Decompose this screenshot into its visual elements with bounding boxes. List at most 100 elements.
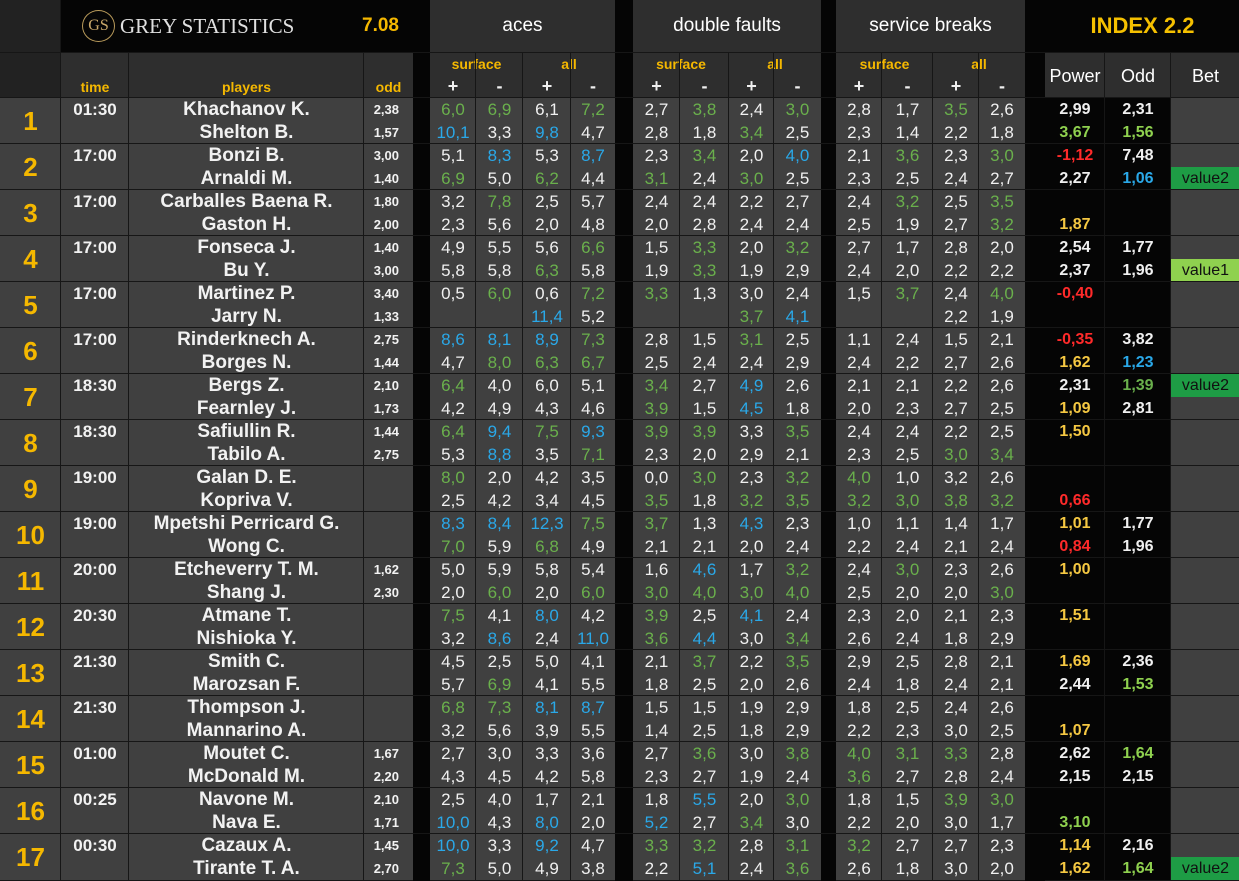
stat-value: 4,0 xyxy=(680,581,729,604)
stat-value: 3,9 xyxy=(633,397,680,420)
player-name[interactable]: Arnaldi M. xyxy=(129,167,364,190)
player-name[interactable]: Tirante T. A. xyxy=(129,857,364,880)
player-odd: 1,45 xyxy=(364,834,413,857)
power-value: 2,37 xyxy=(1045,259,1105,282)
stat-value: 7,5 xyxy=(523,420,571,443)
stat-value: 2,0 xyxy=(882,581,933,604)
stat-value: 2,5 xyxy=(882,167,933,190)
player-name[interactable]: Martinez P. xyxy=(129,282,364,305)
all-label-0: all xyxy=(561,56,577,72)
bet-cell xyxy=(1171,190,1239,213)
player-name[interactable]: Nava E. xyxy=(129,811,364,834)
bet-cell xyxy=(1171,650,1239,673)
stat-value: 2,2 xyxy=(933,305,979,328)
player-name[interactable]: Carballes Baena R. xyxy=(129,190,364,213)
stat-value: 1,9 xyxy=(729,696,774,719)
power-value: 2,31 xyxy=(1045,374,1105,397)
plus-label-1-0: + xyxy=(651,76,662,96)
stat-value: 2,3 xyxy=(836,121,882,144)
player-name[interactable]: Borges N. xyxy=(129,351,364,374)
stat-value: 1,9 xyxy=(729,259,774,282)
stat-value xyxy=(680,305,729,328)
player-odd: 2,38 xyxy=(364,98,413,121)
power-value: 1,62 xyxy=(1045,857,1105,880)
stat-value: 6,0 xyxy=(476,581,523,604)
player-name[interactable]: Mannarino A. xyxy=(129,719,364,742)
stat-value: 2,9 xyxy=(774,351,821,374)
stat-value: 9,2 xyxy=(523,834,571,857)
stat-value: 4,4 xyxy=(680,627,729,650)
match-time: 17:00 xyxy=(73,330,117,349)
row-separator xyxy=(0,143,1239,144)
stat-value: 2,3 xyxy=(836,167,882,190)
index-odd-value xyxy=(1105,282,1171,305)
player-name[interactable]: Wong C. xyxy=(129,535,364,558)
stat-value: 2,7 xyxy=(979,167,1025,190)
stat-value: 3,3 xyxy=(633,834,680,857)
player-name[interactable]: Bonzi B. xyxy=(129,144,364,167)
player-name[interactable]: Khachanov K. xyxy=(129,98,364,121)
stat-value: 6,4 xyxy=(430,420,476,443)
player-name[interactable]: Galan D. E. xyxy=(129,466,364,489)
player-name[interactable]: Marozsan F. xyxy=(129,673,364,696)
player-name[interactable]: Atmane T. xyxy=(129,604,364,627)
player-name[interactable]: Cazaux A. xyxy=(129,834,364,857)
stat-value: 3,5 xyxy=(633,489,680,512)
stat-value: 5,6 xyxy=(476,719,523,742)
stat-value: 2,8 xyxy=(933,236,979,259)
stat-value: 9,3 xyxy=(571,420,615,443)
player-name[interactable]: Etcheverry T. M. xyxy=(129,558,364,581)
player-name[interactable]: McDonald M. xyxy=(129,765,364,788)
player-odd xyxy=(364,696,413,719)
stat-value: 1,8 xyxy=(882,857,933,880)
stat-value: 3,5 xyxy=(979,190,1025,213)
player-name[interactable]: Fearnley J. xyxy=(129,397,364,420)
stat-value: 1,5 xyxy=(680,397,729,420)
index-odd-value: 3,82 xyxy=(1105,328,1171,351)
player-name[interactable]: Shelton B. xyxy=(129,121,364,144)
stat-value: 1,8 xyxy=(933,627,979,650)
player-name[interactable]: Shang J. xyxy=(129,581,364,604)
player-name[interactable]: Jarry N. xyxy=(129,305,364,328)
stat-value: 3,5 xyxy=(571,466,615,489)
player-name[interactable]: Rinderknech A. xyxy=(129,328,364,351)
stat-value: 6,3 xyxy=(523,351,571,374)
stat-value: 4,9 xyxy=(729,374,774,397)
power-value: 3,10 xyxy=(1045,811,1105,834)
player-name[interactable]: Nishioka Y. xyxy=(129,627,364,650)
player-name[interactable]: Gaston H. xyxy=(129,213,364,236)
stat-value: 2,6 xyxy=(836,857,882,880)
stat-value: 4,6 xyxy=(571,397,615,420)
player-name[interactable]: Moutet C. xyxy=(129,742,364,765)
player-name[interactable]: Bergs Z. xyxy=(129,374,364,397)
stat-value: 3,2 xyxy=(680,834,729,857)
stat-value: 3,0 xyxy=(729,627,774,650)
player-name[interactable]: Navone M. xyxy=(129,788,364,811)
stat-value: 2,3 xyxy=(979,834,1025,857)
stat-value: 3,2 xyxy=(430,627,476,650)
stat-value: 3,0 xyxy=(729,167,774,190)
player-name[interactable]: Mpetshi Perricard G. xyxy=(129,512,364,535)
stat-value: 3,1 xyxy=(882,742,933,765)
stat-value: 6,9 xyxy=(476,673,523,696)
stat-value: 4,0 xyxy=(979,282,1025,305)
stat-value: 8,6 xyxy=(430,328,476,351)
player-name[interactable]: Tabilo A. xyxy=(129,443,364,466)
player-name[interactable]: Bu Y. xyxy=(129,259,364,282)
player-name[interactable]: Kopriva V. xyxy=(129,489,364,512)
stat-value: 1,7 xyxy=(882,98,933,121)
bet-cell xyxy=(1171,121,1239,144)
index-odd-value: 2,81 xyxy=(1105,397,1171,420)
stat-value: 1,4 xyxy=(882,121,933,144)
stat-value: 2,2 xyxy=(836,719,882,742)
player-name[interactable]: Smith C. xyxy=(129,650,364,673)
stat-value: 3,3 xyxy=(933,742,979,765)
power-value xyxy=(1045,466,1105,489)
stat-value: 1,8 xyxy=(729,719,774,742)
player-name[interactable]: Thompson J. xyxy=(129,696,364,719)
player-odd: 1,80 xyxy=(364,190,413,213)
player-name[interactable]: Fonseca J. xyxy=(129,236,364,259)
index-odd-value: 7,48 xyxy=(1105,144,1171,167)
player-name[interactable]: Safiullin R. xyxy=(129,420,364,443)
stat-value: 3,4 xyxy=(523,489,571,512)
